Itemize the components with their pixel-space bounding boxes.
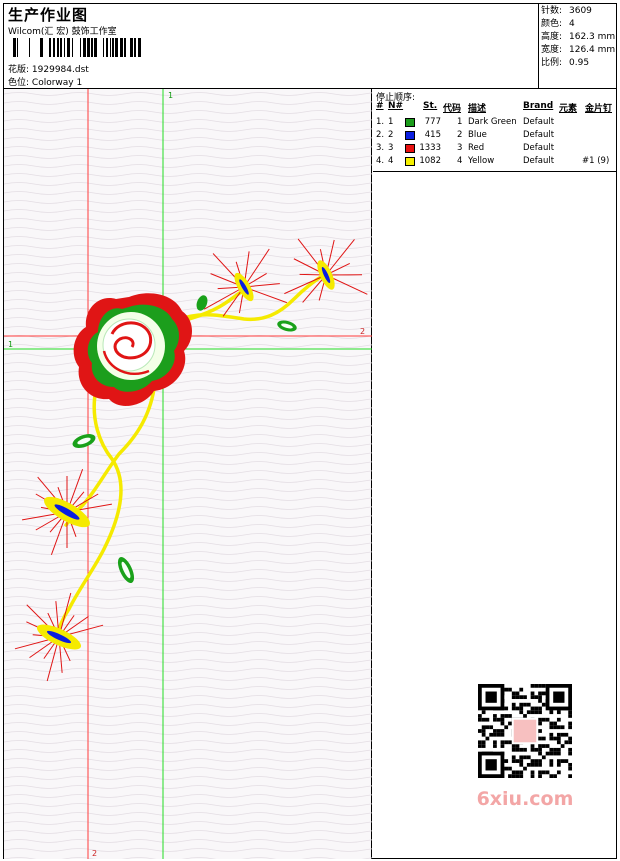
qr-watermark: 6xiu.com (466, 680, 584, 810)
row-num: 2. (376, 130, 385, 140)
colorway-value: Colorway 1 (31, 78, 83, 88)
row-brand: Default (523, 130, 555, 140)
stat-width: 宽度: 126.4 mm (541, 45, 616, 55)
col-st: St. (423, 101, 438, 111)
row-num: 3. (376, 143, 385, 153)
watermark-text: 6xiu.com (476, 788, 574, 810)
color-swatch (405, 118, 415, 127)
color-stop-row: 1. 1 777 1 Dark Green Default (373, 116, 616, 129)
col-element: 元素 (559, 104, 578, 114)
color-swatch (405, 131, 415, 140)
row-brand: Default (523, 143, 555, 153)
embroidery-preview: 1 2 2 1 (4, 89, 372, 859)
color-swatch (405, 144, 415, 153)
row-stitches: 1082 (419, 156, 441, 166)
row-brand: Default (523, 156, 555, 166)
color-stop-row: 2. 2 415 2 Blue Default (373, 129, 616, 142)
panel-divider (373, 171, 616, 172)
guide-label-h-green: 1 (8, 340, 13, 349)
qr-code (478, 684, 572, 778)
design-file: 花版: 1929984.dst (8, 62, 89, 75)
row-sequin: #1 (9) (582, 156, 610, 166)
color-stop-row: 4. 4 1082 4 Yellow Default #1 (9) (373, 155, 616, 168)
row-stitches: 1333 (419, 143, 441, 153)
row-num: 1. (376, 117, 385, 127)
company-name: Wilcom(汇 宏) 鼓饰工作室 (8, 27, 117, 37)
stat-scale: 比例: 0.95 (541, 58, 590, 68)
col-code: 代码 (443, 104, 462, 114)
stats-box: 针数: 3609 颜色: 4 高度: 162.3 mm 宽度: 126.4 mm 比例:… (538, 4, 616, 88)
guide-label-v-red: 2 (92, 849, 97, 858)
colorway-label: 色位: (8, 78, 30, 88)
row-n: 4 (388, 156, 394, 166)
fabric-texture (4, 89, 372, 859)
row-code: 1 (457, 117, 463, 127)
sheet-title: 生产作业图 (8, 6, 89, 24)
guide-label-h-red: 2 (360, 327, 365, 336)
col-num: # (376, 101, 384, 111)
colorway: 色位: Colorway 1 (8, 75, 82, 88)
design-label: 花版: (8, 65, 30, 75)
barcode (13, 38, 141, 57)
row-code: 3 (457, 143, 463, 153)
guide-label-v-green: 1 (168, 91, 173, 100)
row-stitches: 777 (424, 117, 441, 127)
row-code: 2 (457, 130, 463, 140)
row-description: Blue (468, 130, 487, 140)
col-sequin: 金片钉 (585, 104, 613, 114)
row-description: Red (468, 143, 485, 153)
stat-colors: 颜色: 4 (541, 19, 575, 29)
row-code: 4 (457, 156, 463, 166)
col-brand: Brand (523, 101, 554, 111)
stat-height: 高度: 162.3 mm (541, 32, 616, 42)
row-description: Yellow (468, 156, 495, 166)
header: 生产作业图 Wilcom(汇 宏) 鼓饰工作室 花版: 1929984.dst … (4, 4, 616, 89)
row-n: 1 (388, 117, 394, 127)
row-stitches: 415 (424, 130, 441, 140)
col-desc: 描述 (468, 104, 487, 114)
color-swatch (405, 157, 415, 166)
table-header: # N# St. 代码 描述 Brand 元素 金片钉 (373, 101, 616, 114)
design-canvas: 1 2 2 1 (4, 89, 372, 859)
stat-stitches: 针数: 3609 (541, 6, 592, 16)
row-n: 2 (388, 130, 394, 140)
design-value: 1929984.dst (31, 65, 89, 75)
row-n: 3 (388, 143, 394, 153)
row-num: 4. (376, 156, 385, 166)
color-stop-row: 3. 3 1333 3 Red Default (373, 142, 616, 155)
row-brand: Default (523, 117, 555, 127)
row-description: Dark Green (468, 117, 517, 127)
col-n: N# (388, 101, 404, 111)
